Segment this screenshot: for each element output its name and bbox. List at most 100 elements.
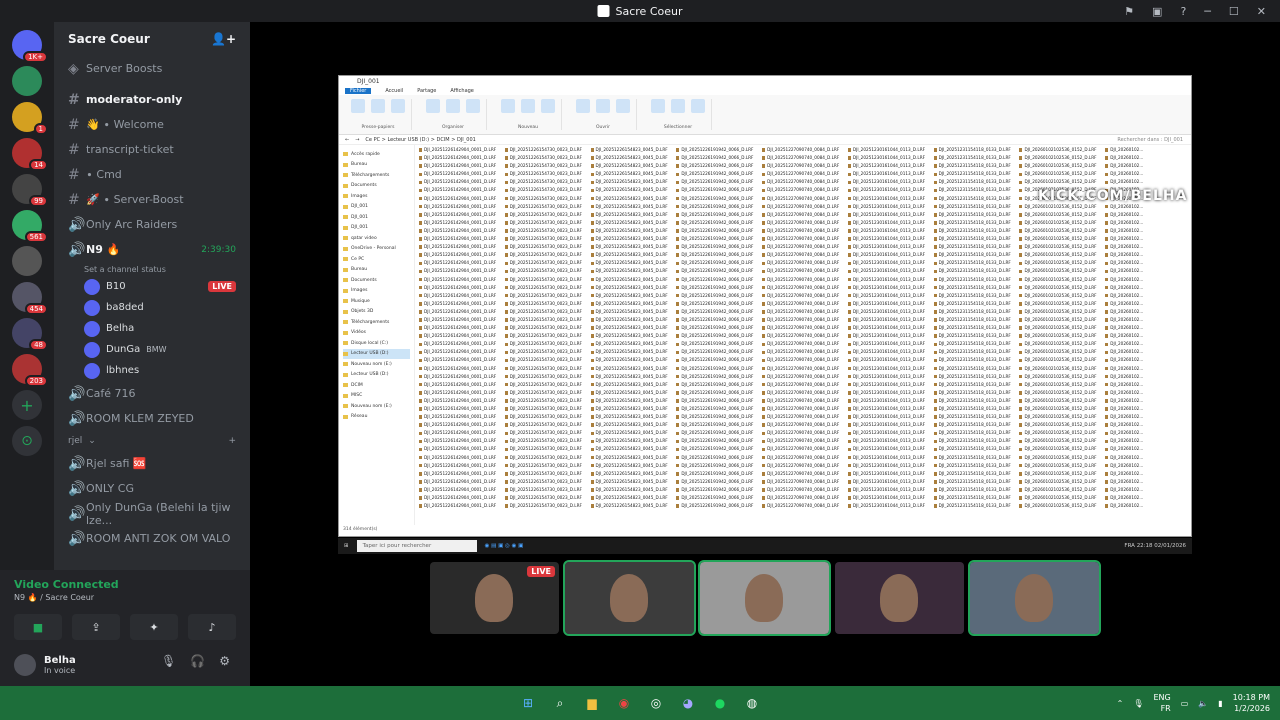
clock[interactable]: 10:18 PM 1/2/2026 (1233, 692, 1270, 714)
file-item: DJI_20251231154118_0133_D.LRF (934, 179, 1016, 187)
stream-tile[interactable]: LIVE (430, 562, 559, 634)
file-item: DJI_20251230161044_0113_D.LRF (848, 438, 930, 446)
obs-icon[interactable]: ◎ (646, 693, 666, 713)
server-icon-1[interactable] (12, 66, 42, 96)
voice-user[interactable]: lbhnes (54, 360, 250, 381)
start-icon[interactable]: ⊞ (518, 693, 538, 713)
voice-channel-item[interactable]: 🔊 ROOM ANTI ZOK OM VALO (54, 526, 250, 551)
file-item: DJI_20260102102536_0152_D.LRF (1019, 430, 1101, 438)
close-button[interactable]: ✕ (1257, 5, 1266, 18)
microphone-icon[interactable]: 🎙 (161, 654, 176, 668)
file-item: DJI_20260102102536_0152_D.LRF (1019, 236, 1101, 244)
file-item: DJI_20251226142904_0001_D.LRF (419, 430, 501, 438)
inbox-icon[interactable]: ▣ (1152, 5, 1162, 18)
server-header[interactable]: Sacre Coeur 👤+ (54, 22, 250, 56)
ribbon-button-icon (616, 99, 630, 113)
voice-channel-item[interactable]: 🔊 Rjel safi 🆘 (54, 451, 250, 476)
add-server-icon[interactable]: + (12, 390, 42, 420)
channel-item[interactable]: 🔊 Only Arc Raiders (54, 212, 250, 237)
headphones-icon[interactable]: 🎧 (190, 654, 205, 668)
settings-gear-icon[interactable]: ⚙ (219, 654, 230, 668)
category-header[interactable]: rjel ⌄ + (54, 431, 250, 451)
file-item: DJI_20251231154118_0133_D.LRF (934, 285, 1016, 293)
voice-user[interactable]: ba8ded (54, 297, 250, 318)
ribbon-group-label: Ouvrir (595, 125, 610, 130)
activities-button[interactable]: ✦ (130, 614, 178, 640)
file-item: DJI_20251227090740_0084_D.LRF (762, 357, 844, 365)
server-icon-2[interactable]: 1 (12, 102, 48, 135)
file-item: DJI_20251226154823_0045_D.LRF (591, 147, 673, 155)
file-item: DJI_20251231154118_0133_D.LRF (934, 471, 1016, 479)
ribbon-button-icon (391, 99, 405, 113)
app-icon-2[interactable]: ◍ (742, 693, 762, 713)
chrome-icon[interactable]: ◉ (614, 693, 634, 713)
mic-tray-icon[interactable]: 🎙 (1133, 699, 1143, 708)
chevron-down-icon: ⌄ (88, 436, 96, 446)
file-item: DJI_20251226142904_0001_D.LRF (419, 438, 501, 446)
voice-channel-item[interactable]: 🔊 Only DunGa (Belehi la tjiw lze... (54, 501, 250, 527)
channel-item[interactable]: # transcript-ticket (54, 137, 250, 162)
dm-icon[interactable]: 1K+ (12, 30, 48, 63)
file-item: DJI_20251226154823_0045_D.LRF (591, 357, 673, 365)
file-item: DJI_20251226191942_0066_D.LRF (676, 390, 758, 398)
network-icon[interactable]: ▭ (1181, 699, 1189, 708)
chevron-up-icon[interactable]: ⌃ (1117, 699, 1124, 708)
channel-item[interactable]: # moderator-only (54, 87, 250, 112)
soundboard-button[interactable]: ♪ (188, 614, 236, 640)
server-icon-3[interactable]: 14 (12, 138, 48, 171)
add-channel-icon[interactable]: + (228, 436, 236, 446)
user-tile-3[interactable] (835, 562, 964, 634)
spotify-icon[interactable]: ● (710, 693, 730, 713)
file-item: DJI_20251226142904_0001_D.LRF (419, 382, 501, 390)
discord-icon[interactable]: ◕ (678, 693, 698, 713)
add-member-icon[interactable]: 👤+ (211, 32, 236, 46)
maximize-button[interactable]: ☐ (1229, 5, 1239, 18)
server-icon-4[interactable]: 99 (12, 174, 48, 207)
file-item: DJI_20260102102536_0152_D.LRF (1019, 349, 1101, 357)
discover-icon[interactable]: ⊙ (12, 426, 42, 456)
server-boosts-link[interactable]: ◈ Server Boosts (54, 56, 250, 81)
user-tile-2[interactable] (698, 560, 831, 636)
screen-share-button[interactable]: ⇪ (72, 614, 120, 640)
flag-icon[interactable]: ⚑ (1124, 5, 1134, 18)
voice-channel-item[interactable]: 🔊 ROOM KLEM ZEYED (54, 406, 250, 431)
clock-date: 1/2/2026 (1234, 704, 1270, 713)
channel-item[interactable]: # ∙ Cmd (54, 162, 250, 187)
minimize-button[interactable]: ─ (1204, 5, 1211, 18)
voice-user[interactable]: DunGa BMW (54, 339, 250, 360)
server-icon-7[interactable]: 454 (12, 282, 48, 315)
help-icon[interactable]: ? (1180, 5, 1186, 18)
voice-user[interactable]: Belha (54, 318, 250, 339)
search-icon[interactable]: ⌕ (550, 693, 570, 713)
file-item: DJI_20251226142904_0001_D.LRF (419, 455, 501, 463)
server-icon-6[interactable] (12, 246, 42, 276)
voice-channel-item[interactable]: 🔊 Café 716 (54, 381, 250, 406)
voice-location[interactable]: N9 🔥 / Sacre Coeur (14, 593, 236, 602)
user-tile-4[interactable] (968, 560, 1101, 636)
battery-icon[interactable]: ▮ (1218, 699, 1222, 708)
file-item: DJI_20251226191942_0066_D.LRF (676, 285, 758, 293)
server-icon-8[interactable]: 48 (12, 318, 48, 351)
camera-button[interactable]: ■ (14, 614, 62, 640)
voice-user[interactable]: B10 LIVE (54, 276, 250, 297)
file-item: DJI_20251226191942_0066_D.LRF (676, 179, 758, 187)
user-account[interactable]: Belha In voice (14, 654, 76, 676)
file-item: DJI_20251226154823_0045_D.LRF (591, 374, 673, 382)
file-item: DJI_20251230161044_0113_D.LRF (848, 471, 930, 479)
speaker-icon: 🔊 (68, 530, 86, 547)
file-item: DJI_20251226154730_0023_D.LRF (505, 228, 587, 236)
window-title: Sacre Coeur (615, 4, 683, 18)
folder-icon[interactable]: ▆ (582, 693, 602, 713)
language-indicator[interactable]: ENG FR (1153, 692, 1170, 714)
server-icon-9[interactable]: 203 (12, 354, 48, 387)
file-item: DJI_20251226154823_0045_D.LRF (591, 503, 673, 511)
channel-status[interactable]: Set a channel status (54, 262, 250, 276)
volume-icon[interactable]: 🔈 (1198, 699, 1208, 708)
file-item: DJI_20251227090740_0084_D.LRF (762, 317, 844, 325)
server-icon-5[interactable]: 561 (12, 210, 48, 243)
user-tile-1[interactable] (563, 560, 696, 636)
channel-item[interactable]: # 🚀 ∙ Server-Boost (54, 187, 250, 212)
active-voice-channel[interactable]: 🔊 N9 🔥 2:39:30 (54, 237, 250, 262)
voice-channel-item[interactable]: 🔊 ONLY CG (54, 476, 250, 501)
channel-item[interactable]: # 👋 ∙ Welcome (54, 112, 250, 137)
